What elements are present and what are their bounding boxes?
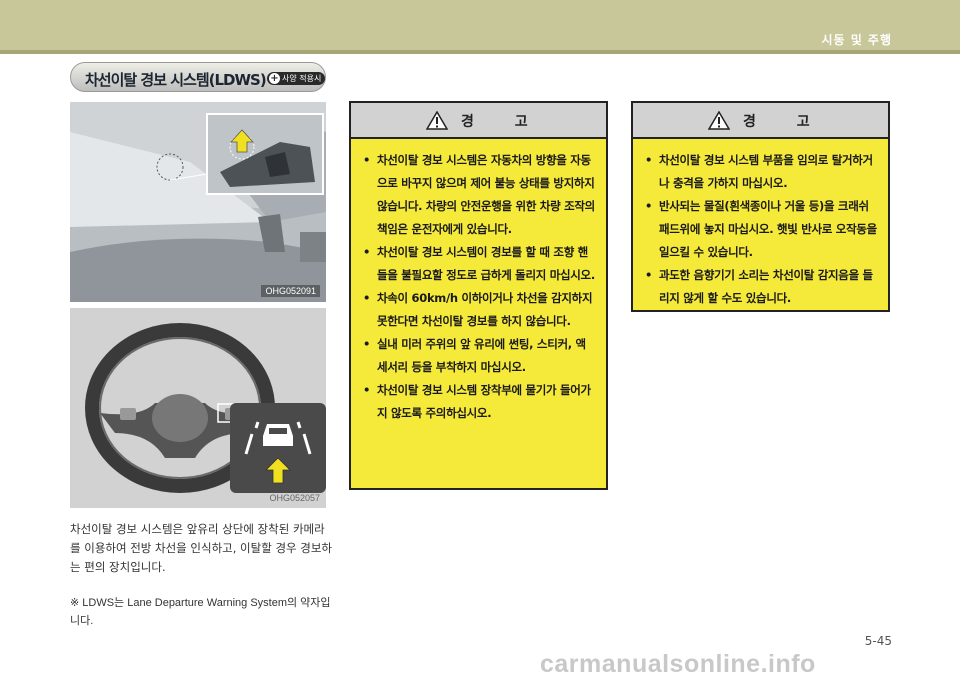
section-title-pill: 차선이탈 경보 시스템(LDWS) + 사양 적용시 — [70, 62, 326, 92]
warning-triangle-icon — [708, 111, 730, 130]
windshield-camera-figure: OHG052091 — [70, 102, 326, 302]
figure-code: OHG052091 — [261, 285, 320, 297]
warning-list: 차선이탈 경보 시스템 부품을 임의로 탈거하거나 충격을 가하지 마십시오. … — [645, 149, 878, 310]
header-divider — [0, 50, 960, 54]
plus-icon: + — [269, 73, 280, 84]
warning-item: 차선이탈 경보 시스템 장착부에 물기가 들어가지 않도록 주의하십시오. — [363, 379, 596, 425]
warning-item: 반사되는 물질(흰색종이나 거울 등)을 크래쉬패드위에 놓지 마십시오. 햇빛… — [645, 195, 878, 264]
warning-triangle-icon — [426, 111, 448, 130]
page-number: 5-45 — [864, 634, 892, 648]
option-badge-label: 사양 적용시 — [282, 74, 322, 83]
warning-item: 실내 미러 주위의 앞 유리에 썬팅, 스티커, 액세서리 등을 부착하지 마십… — [363, 333, 596, 379]
warning-title: 경 고 — [743, 114, 828, 130]
windshield-camera-icon — [70, 102, 326, 302]
body-paragraph: 차선이탈 경보 시스템은 앞유리 상단에 장착된 카메라를 이용하여 전방 차선… — [70, 522, 333, 574]
chapter-title: 시동 및 주행 — [821, 33, 892, 47]
warning-box: 경 고 차선이탈 경보 시스템은 자동차의 방향을 자동으로 바꾸지 않으며 제… — [349, 101, 608, 490]
warning-item: 차선이탈 경보 시스템이 경보를 할 때 조향 핸들을 불필요할 정도로 급하게… — [363, 241, 596, 287]
warning-box: 경 고 차선이탈 경보 시스템 부품을 임의로 탈거하거나 충격을 가하지 마십… — [631, 101, 890, 312]
warning-item: 차속이 60km/h 이하이거나 차선을 감지하지 못한다면 차선이탈 경보를 … — [363, 287, 596, 333]
figure-code: OHG052057 — [269, 493, 320, 503]
option-badge: + 사양 적용시 — [267, 72, 326, 85]
warning-header: 경 고 — [351, 103, 606, 139]
warning-item: 과도한 음향기기 소리는 차선이탈 감지음을 들리지 않게 할 수도 있습니다. — [645, 264, 878, 310]
watermark: carmanualsonline.info — [540, 650, 816, 678]
warning-item: 차선이탈 경보 시스템 부품을 임의로 탈거하거나 충격을 가하지 마십시오. — [645, 149, 878, 195]
warning-header: 경 고 — [633, 103, 888, 139]
note-paragraph: ※ LDWS는 Lane Departure Warning System의 약… — [70, 597, 331, 627]
steering-wheel-icon — [70, 308, 326, 508]
steering-wheel-figure: OHG052057 — [70, 308, 326, 508]
header-band — [0, 0, 960, 50]
warning-item: 차선이탈 경보 시스템은 자동차의 방향을 자동으로 바꾸지 않으며 제어 불능… — [363, 149, 596, 241]
section-title: 차선이탈 경보 시스템(LDWS) — [85, 71, 267, 89]
warning-title: 경 고 — [461, 114, 546, 130]
warning-list: 차선이탈 경보 시스템은 자동차의 방향을 자동으로 바꾸지 않으며 제어 불능… — [363, 149, 596, 425]
